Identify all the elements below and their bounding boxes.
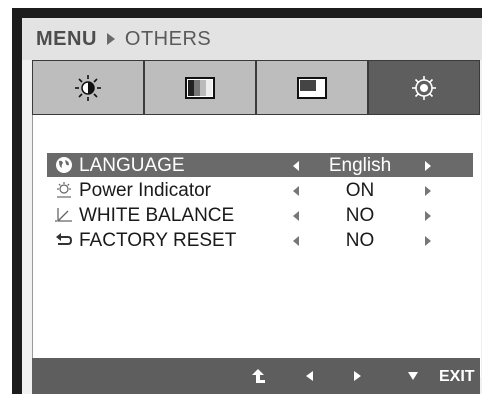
menu-item-value: NO [345,230,375,251]
arrow-right-icon[interactable] [425,161,431,171]
osd-header: MENU OTHERS [22,18,482,60]
tab-color[interactable] [144,60,256,115]
globe-icon [56,157,72,173]
exit-button[interactable]: EXIT [439,368,475,386]
arrow-left-icon[interactable] [293,236,299,246]
power-indicator-icon [57,182,71,198]
menu-item-label: FACTORY RESET [79,230,237,251]
color-bars-icon [185,76,215,99]
tab-picture[interactable] [32,60,144,115]
arrow-left-icon[interactable] [293,211,299,221]
arrow-right-icon[interactable] [425,186,431,196]
down-arrow-icon[interactable] [407,371,419,381]
right-arrow-icon[interactable] [353,370,363,382]
reset-arrow-icon [56,233,73,245]
menu-item-label: Power Indicator [79,180,212,201]
tab-others[interactable] [368,60,480,115]
screen-position-icon [297,76,327,99]
menu-item-value: English [328,155,392,176]
arrow-left-icon[interactable] [293,161,299,171]
menu-item-value: ON [345,180,375,201]
arrow-right-icon[interactable] [425,236,431,246]
gear-icon [412,75,436,100]
menu-item-white-balance[interactable]: WHITE BALANCE NO [47,203,473,227]
menu-item-value: NO [345,205,375,226]
brightness-sun-icon [75,74,101,101]
white-balance-icon [55,208,72,222]
menu-item-power-indicator[interactable]: Power Indicator ON [47,178,473,202]
breadcrumb-section: OTHERS [124,28,212,50]
settings-panel: LANGUAGE English Power Indicator ON WHIT… [32,115,481,377]
arrow-right-icon[interactable] [425,211,431,221]
menu-item-label: WHITE BALANCE [79,205,235,226]
osd-menu: MENU OTHERS LANGUAGE English Power Indic… [22,18,482,394]
tab-bar [32,60,480,115]
arrow-left-icon[interactable] [293,186,299,196]
breadcrumb-separator-icon [106,32,115,45]
menu-item-label: LANGUAGE [79,155,185,176]
menu-item-factory-reset[interactable]: FACTORY RESET NO [47,228,473,252]
menu-item-language[interactable]: LANGUAGE English [47,153,473,177]
tab-display[interactable] [256,60,368,115]
left-arrow-icon[interactable] [304,370,314,382]
breadcrumb-menu: MENU [36,28,97,50]
back-up-icon[interactable] [250,368,266,384]
breadcrumb: MENU OTHERS [36,28,211,51]
osd-footer: EXIT [32,358,480,394]
